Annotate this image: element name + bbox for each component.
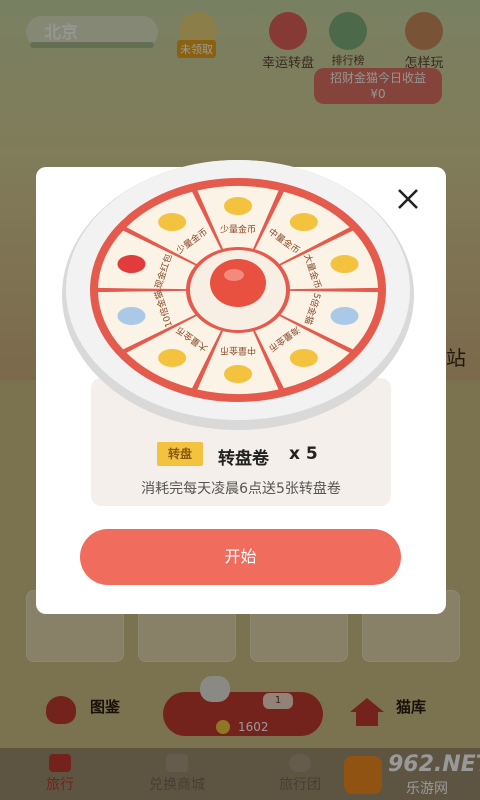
red-envelope-icon	[117, 255, 146, 274]
wheel-center-button[interactable]	[210, 259, 266, 307]
ticket-badge: 转盘	[157, 442, 203, 466]
start-button[interactable]: 开始	[80, 529, 401, 585]
wheel-segment-label: 少量金币	[220, 224, 256, 236]
cat-bonus-icon	[330, 306, 359, 325]
gold-coins-icon	[224, 365, 252, 383]
wheel-center-highlight	[224, 269, 244, 281]
gold-coins-icon	[289, 348, 318, 367]
cat-bonus-icon	[117, 306, 146, 325]
gold-coins-icon	[330, 255, 359, 274]
gold-coins-icon	[158, 213, 187, 232]
lucky-wheel[interactable]: 少量金币 中量金币大量金币5倍金猫海量金币中量金币大量金币10倍金猫现金红包少量金…	[58, 140, 418, 440]
gold-coins-icon	[158, 348, 187, 367]
wheel-segment-label: 中量金币	[220, 345, 256, 357]
ticket-name: 转盘卷	[218, 449, 269, 469]
ticket-description: 消耗完每天凌晨6点送5张转盘卷	[141, 481, 341, 497]
ticket-count: x 5	[289, 444, 318, 464]
gold-coins-icon	[224, 197, 252, 215]
close-icon[interactable]	[393, 184, 423, 214]
gold-coins-icon	[289, 213, 318, 232]
